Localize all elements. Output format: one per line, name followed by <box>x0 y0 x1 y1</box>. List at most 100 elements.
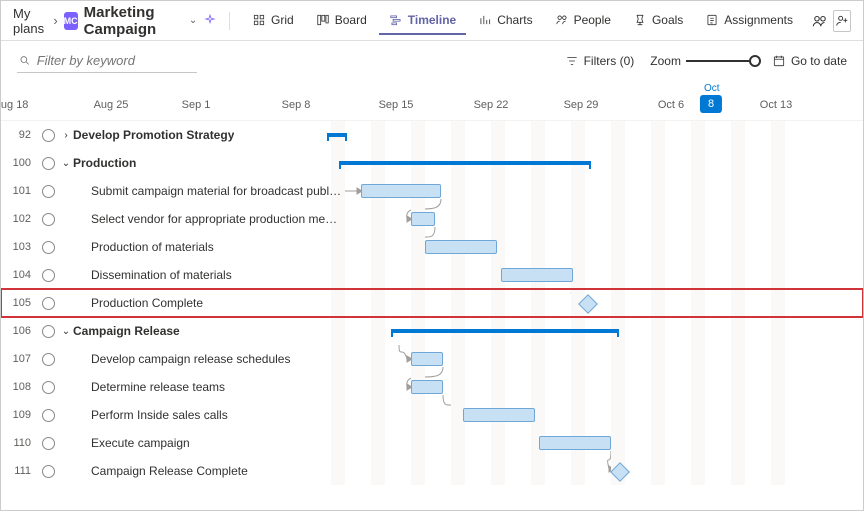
zoom-control[interactable]: Zoom <box>650 54 756 68</box>
row-number: 102 <box>1 213 37 225</box>
row-number: 109 <box>1 409 37 421</box>
task-name: Campaign Release Complete <box>73 464 248 478</box>
tab-people[interactable]: People <box>545 7 621 35</box>
status-circle-icon[interactable] <box>42 381 55 394</box>
task-bar[interactable] <box>539 436 611 450</box>
status-cell[interactable] <box>37 381 59 394</box>
status-circle-icon[interactable] <box>42 297 55 310</box>
task-bar[interactable] <box>411 212 435 226</box>
task-row[interactable]: 104 Dissemination of materials <box>1 261 863 289</box>
filter-input[interactable] <box>37 53 195 68</box>
row-number: 103 <box>1 241 37 253</box>
team-icon[interactable] <box>811 10 829 32</box>
task-bar[interactable] <box>425 240 497 254</box>
tab-charts[interactable]: Charts <box>468 7 542 35</box>
task-row[interactable]: 92 › Develop Promotion Strategy <box>1 121 863 149</box>
toggle-icon[interactable]: › <box>59 130 73 141</box>
status-cell[interactable] <box>37 325 59 338</box>
status-cell[interactable] <box>37 465 59 478</box>
breadcrumb-root[interactable]: My plans <box>13 6 47 36</box>
zoom-label: Zoom <box>650 54 681 68</box>
task-row[interactable]: 105 Production Complete <box>1 289 863 317</box>
status-circle-icon[interactable] <box>42 241 55 254</box>
tab-label: Goals <box>652 13 683 27</box>
date-tick: Sep 15 <box>379 99 414 111</box>
tab-label: Charts <box>497 13 532 27</box>
timeline-icon <box>389 13 403 27</box>
date-tick: Sep 29 <box>564 99 599 111</box>
status-cell[interactable] <box>37 157 59 170</box>
tab-label: Assignments <box>724 13 793 27</box>
status-cell[interactable] <box>37 241 59 254</box>
date-tick: Sep 8 <box>282 99 311 111</box>
task-bar[interactable] <box>501 268 573 282</box>
row-number: 92 <box>1 129 37 141</box>
status-cell[interactable] <box>37 185 59 198</box>
board-icon <box>316 13 330 27</box>
breadcrumb: My plans › MC Marketing Campaign ⌄ <box>13 4 217 38</box>
status-cell[interactable] <box>37 353 59 366</box>
status-circle-icon[interactable] <box>42 325 55 338</box>
date-tick: Oct 13 <box>760 99 792 111</box>
zoom-slider[interactable] <box>686 60 756 62</box>
task-row[interactable]: 110 Execute campaign <box>1 429 863 457</box>
status-cell[interactable] <box>37 297 59 310</box>
tab-board[interactable]: Board <box>306 7 377 35</box>
filter-icon <box>565 54 579 68</box>
status-cell[interactable] <box>37 409 59 422</box>
gantt-rows: 92 › Develop Promotion Strategy 100 ⌄ Pr… <box>1 121 863 485</box>
timeline: Aug 18Aug 25Sep 1Sep 8Sep 15Sep 22Sep 29… <box>1 81 863 512</box>
status-cell[interactable] <box>37 129 59 142</box>
goto-date-label: Go to date <box>791 54 847 68</box>
task-bar[interactable] <box>411 380 443 394</box>
tab-assignments[interactable]: Assignments <box>695 7 803 35</box>
task-row[interactable]: 109 Perform Inside sales calls <box>1 401 863 429</box>
toggle-icon[interactable]: ⌄ <box>59 326 73 337</box>
status-circle-icon[interactable] <box>42 437 55 450</box>
goto-date-button[interactable]: Go to date <box>772 54 847 68</box>
tab-goals[interactable]: Goals <box>623 7 693 35</box>
status-cell[interactable] <box>37 213 59 226</box>
tab-label: Timeline <box>408 13 456 27</box>
task-name: Develop Promotion Strategy <box>73 128 234 142</box>
sparkle-icon[interactable] <box>203 13 217 29</box>
tab-grid[interactable]: Grid <box>242 7 304 35</box>
grid-icon <box>252 13 266 27</box>
status-circle-icon[interactable] <box>42 465 55 478</box>
status-circle-icon[interactable] <box>42 409 55 422</box>
tab-label: People <box>574 13 611 27</box>
tab-timeline[interactable]: Timeline <box>379 7 466 35</box>
person-add-icon[interactable] <box>833 10 851 32</box>
summary-bar[interactable] <box>327 133 347 137</box>
filters-button[interactable]: Filters (0) <box>565 54 635 68</box>
toggle-icon[interactable]: ⌄ <box>59 158 73 169</box>
status-circle-icon[interactable] <box>42 353 55 366</box>
date-tick: Aug 25 <box>94 99 129 111</box>
row-number: 106 <box>1 325 37 337</box>
today-marker[interactable]: 8 <box>700 95 722 113</box>
chevron-down-icon[interactable]: ⌄ <box>189 15 197 26</box>
summary-bar[interactable] <box>339 161 591 165</box>
toolbar: Filters (0) Zoom Go to date <box>1 41 863 81</box>
task-name: Perform Inside sales calls <box>73 408 228 422</box>
task-bar[interactable] <box>463 408 535 422</box>
row-number: 104 <box>1 269 37 281</box>
task-bar[interactable] <box>361 184 441 198</box>
status-circle-icon[interactable] <box>42 129 55 142</box>
task-name: Dissemination of materials <box>73 268 232 282</box>
goals-icon <box>633 13 647 27</box>
status-circle-icon[interactable] <box>42 157 55 170</box>
status-cell[interactable] <box>37 269 59 282</box>
task-bar[interactable] <box>411 352 443 366</box>
summary-bar[interactable] <box>391 329 619 333</box>
tab-label: Grid <box>271 13 294 27</box>
plan-name[interactable]: Marketing Campaign <box>84 4 181 38</box>
filter-search[interactable] <box>17 49 197 73</box>
task-name: Select vendor for appropriate production… <box>73 212 337 226</box>
status-cell[interactable] <box>37 437 59 450</box>
task-row[interactable]: 111 Campaign Release Complete <box>1 457 863 485</box>
status-circle-icon[interactable] <box>42 185 55 198</box>
status-circle-icon[interactable] <box>42 213 55 226</box>
filters-label: Filters (0) <box>584 54 635 68</box>
status-circle-icon[interactable] <box>42 269 55 282</box>
